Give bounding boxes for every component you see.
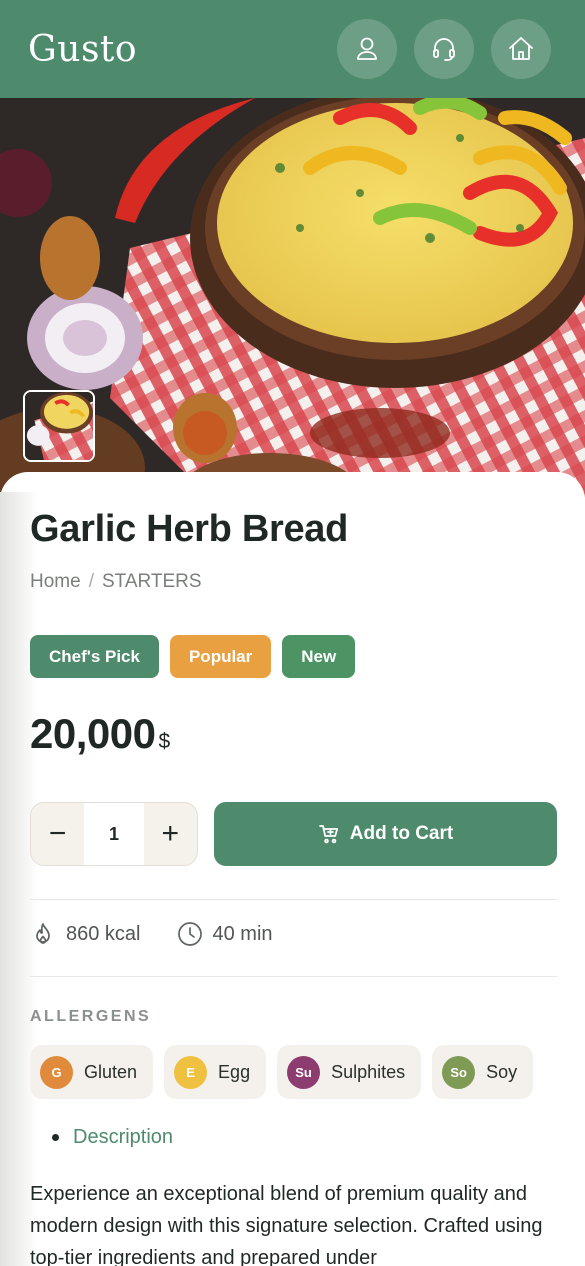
chefs-pick-badge: Chef's Pick [30, 635, 159, 678]
allergen-sulphites: Su Sulphites [277, 1045, 422, 1099]
quantity-stepper: − 1 + [30, 802, 198, 866]
app-header: Gusto [0, 0, 585, 98]
add-to-cart-label: Add to Cart [349, 823, 454, 844]
cart-plus-icon [318, 825, 338, 844]
time-text: 40 min [212, 922, 273, 945]
allergen-code: G [40, 1055, 73, 1089]
popular-badge: Popular [169, 635, 272, 678]
header-actions [337, 19, 551, 79]
thumbnail-image[interactable] [23, 390, 95, 462]
allergen-list: G Gluten E Egg Su Sulphites So Soy [30, 1045, 534, 1099]
allergen-label: Soy [486, 1061, 518, 1082]
support-button[interactable] [414, 19, 474, 79]
divider [30, 899, 557, 900]
bullet [52, 1134, 59, 1141]
flame-icon [36, 923, 50, 944]
product-title: Garlic Herb Bread [30, 508, 349, 550]
breadcrumb-category[interactable]: STARTERS [102, 571, 202, 593]
account-button[interactable] [337, 19, 397, 79]
allergen-code: Su [287, 1055, 321, 1089]
allergen-soy: So Soy [432, 1045, 534, 1099]
breadcrumb: Home / STARTERS [30, 571, 202, 593]
allergen-label: Egg [218, 1061, 251, 1082]
product-description: Experience an exceptional blend of premi… [30, 1183, 543, 1266]
headset-icon [433, 38, 455, 61]
quantity-value[interactable]: 1 [84, 803, 144, 865]
product-meta: 860 kcal 40 min [30, 921, 273, 947]
add-to-cart-button[interactable]: Add to Cart [214, 802, 557, 866]
breadcrumb-separator: / [88, 571, 94, 592]
time-info: 40 min [177, 921, 273, 947]
allergen-label: Gluten [84, 1061, 138, 1082]
allergen-egg: E Egg [164, 1045, 267, 1099]
increase-quantity-button[interactable]: + [144, 803, 197, 865]
allergen-code: So [442, 1055, 476, 1089]
product-image [0, 98, 585, 498]
tab-description-label: Description [73, 1126, 174, 1148]
logo[interactable]: Gusto [28, 29, 137, 70]
badge-list: Chef's Pick Popular New [30, 635, 356, 678]
decrease-quantity-button[interactable]: − [31, 803, 84, 865]
home-icon [509, 37, 533, 60]
allergen-code: E [174, 1055, 208, 1089]
breadcrumb-home[interactable]: Home [30, 571, 81, 593]
calories-info: 860 kcal [30, 921, 141, 947]
clock-icon [177, 922, 202, 946]
product-details-card: Garlic Herb Bread Home / STARTERS Chef's… [0, 472, 585, 1266]
user-icon [357, 37, 377, 60]
price-currency: $ [158, 730, 171, 753]
allergens-heading: ALLERGENS [30, 1008, 152, 1025]
allergen-gluten: G Gluten [30, 1045, 154, 1099]
price: 20,000 $ [30, 710, 170, 758]
allergen-label: Sulphites [331, 1061, 406, 1082]
logo-text: Gusto [28, 28, 138, 70]
calories-text: 860 kcal [66, 922, 141, 945]
tab-description[interactable]: Description [52, 1126, 173, 1149]
home-button[interactable] [491, 19, 551, 79]
divider [30, 976, 557, 977]
spaghetti-thumbnail-icon [25, 392, 93, 460]
new-badge: New [282, 635, 356, 678]
price-amount: 20,000 [30, 710, 156, 757]
